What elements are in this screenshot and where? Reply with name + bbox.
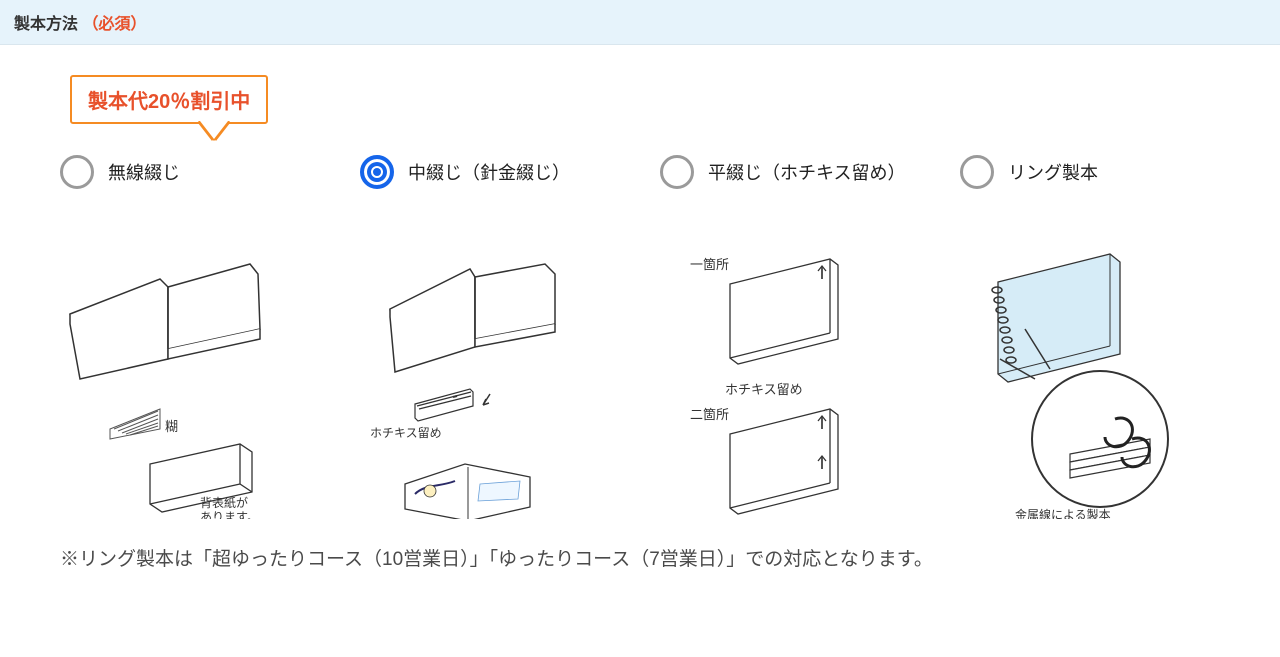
radio-label: 無線綴じ xyxy=(108,159,180,185)
radio-ring[interactable]: リング製本 xyxy=(960,155,1220,189)
section-title: 製本方法 xyxy=(14,16,78,33)
staple-label: ホチキス留め xyxy=(370,426,442,440)
radio-icon[interactable] xyxy=(60,155,94,189)
badge-pointer-icon xyxy=(200,121,228,139)
option-nakatoji[interactable]: 中綴じ（針金綴じ） xyxy=(360,155,620,519)
illustration-hiratoji: 一箇所 ホチキス留め 二箇所 xyxy=(660,209,920,519)
radio-icon-selected[interactable] xyxy=(360,155,394,189)
glue-label: 糊 xyxy=(165,419,178,434)
radio-icon[interactable] xyxy=(660,155,694,189)
spine-label-2: あります。 xyxy=(200,510,259,519)
illustration-ring: 金属線による製本 xyxy=(960,209,1220,519)
illustration-nakatoji: ホチキス留め 180度開く xyxy=(360,209,620,519)
staple-label: ホチキス留め xyxy=(725,382,803,397)
option-musen[interactable]: 無線綴じ xyxy=(60,155,320,519)
radio-label: 中綴じ（針金綴じ） xyxy=(408,159,570,185)
option-hiratoji[interactable]: 平綴じ（ホチキス留め） 一箇所 ホチキス留め 二箇所 xyxy=(660,155,920,519)
required-label: （必須） xyxy=(82,16,146,33)
option-ring[interactable]: リング製本 xyxy=(960,155,1220,519)
discount-badge-wrap: 製本代20％割引中 xyxy=(70,75,1250,155)
ring-note: ※リング製本は「超ゆったりコース（10営業日）」「ゆったりコース（7営業日）」で… xyxy=(30,519,1250,581)
two-place-label: 二箇所 xyxy=(690,407,729,422)
radio-hiratoji[interactable]: 平綴じ（ホチキス留め） xyxy=(660,155,920,189)
binding-options: 無線綴じ xyxy=(30,155,1250,519)
one-place-label: 一箇所 xyxy=(690,257,729,272)
illustration-musen: 糊 背表紙が あります。 xyxy=(60,209,320,519)
radio-icon[interactable] xyxy=(960,155,994,189)
radio-label: 平綴じ（ホチキス留め） xyxy=(708,159,905,185)
radio-nakatoji[interactable]: 中綴じ（針金綴じ） xyxy=(360,155,620,189)
spine-label-1: 背表紙が xyxy=(200,495,248,510)
radio-musen[interactable]: 無線綴じ xyxy=(60,155,320,189)
discount-badge: 製本代20％割引中 xyxy=(70,75,268,124)
ring-caption: 金属線による製本 xyxy=(1015,507,1111,519)
section-header: 製本方法 （必須） xyxy=(0,0,1280,45)
radio-label: リング製本 xyxy=(1008,159,1098,185)
